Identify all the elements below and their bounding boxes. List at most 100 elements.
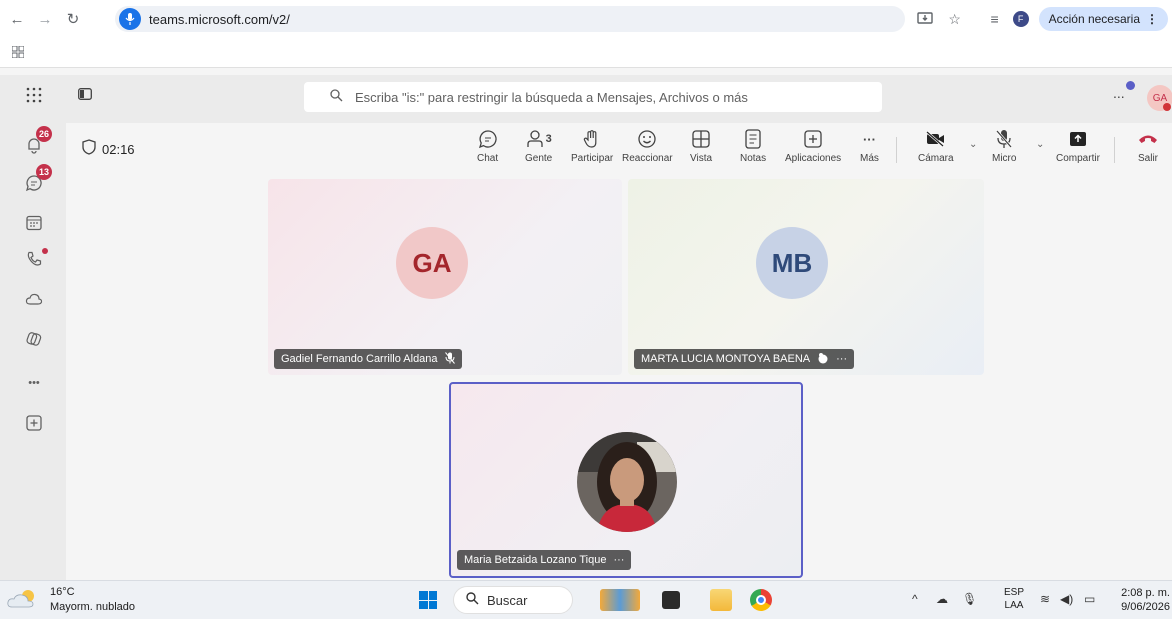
activity-badge: 26: [36, 126, 53, 142]
action-needed-button[interactable]: Acción necesaria ⋮: [1038, 7, 1168, 31]
participant-tile[interactable]: GA Gadiel Fernando Carrillo Aldana: [268, 179, 622, 375]
clock-time: 2:08 p. m.: [1121, 587, 1170, 599]
notes-label: Notas: [740, 153, 767, 164]
camera-options-chevron-icon[interactable]: ⌄: [969, 139, 977, 150]
more-button[interactable]: ··· Más: [860, 127, 879, 171]
browser-toolbar: ← → ↻ teams.microsoft.com/v2/ ☆ ≡ F Acci…: [0, 0, 1172, 38]
participant-options-icon[interactable]: ···: [613, 554, 624, 566]
participant-name-tag: MARTA LUCIA MONTOYA BAENA ···: [634, 349, 855, 369]
more-vert-icon[interactable]: ⋮: [1146, 12, 1158, 26]
wifi-icon[interactable]: ≋: [1040, 592, 1050, 606]
participant-name-tag: Maria Betzaida Lozano Tique ···: [457, 550, 632, 570]
people-count: 3: [545, 133, 552, 145]
search-input[interactable]: Escriba "is:" para restringir la búsqued…: [304, 82, 882, 112]
notes-button[interactable]: Notas: [740, 127, 766, 171]
windows-start-icon[interactable]: [419, 591, 437, 609]
apps-grid-icon[interactable]: [11, 45, 25, 61]
reload-icon[interactable]: ↻: [62, 8, 84, 30]
microphone-tray-icon[interactable]: 🎙: [962, 592, 977, 606]
mic-button[interactable]: Micro: [992, 127, 1016, 171]
add-apps-icon[interactable]: [22, 411, 46, 435]
site-settings-icon[interactable]: [119, 8, 141, 30]
copilot-icon[interactable]: [22, 327, 46, 351]
view-button[interactable]: Vista: [690, 127, 712, 171]
language-code: ESP: [1004, 587, 1025, 598]
task-view-icon[interactable]: [662, 591, 680, 609]
camera-off-icon: [925, 127, 947, 151]
participant-tile[interactable]: MB MARTA LUCIA MONTOYA BAENA ···: [628, 179, 984, 375]
chat-button[interactable]: Chat: [477, 127, 498, 171]
camera-label: Cámara: [918, 153, 954, 164]
leave-button[interactable]: Salir: [1138, 127, 1158, 171]
keyboard-layout: LAA: [1004, 600, 1024, 611]
mic-label: Micro: [992, 153, 1017, 164]
toolbar-divider-2: [1114, 137, 1115, 163]
more-apps-icon[interactable]: •••: [22, 371, 46, 395]
language-indicator[interactable]: ESP LAA: [1004, 586, 1024, 612]
react-label: Reaccionar: [622, 153, 673, 164]
weather-temperature: 16°C: [50, 586, 75, 598]
grid-view-icon: [692, 127, 710, 151]
teams-header: Escriba "is:" para restringir la búsqued…: [0, 75, 1172, 123]
install-app-icon[interactable]: [913, 7, 937, 31]
battery-icon[interactable]: ▭: [1084, 592, 1095, 606]
clock[interactable]: 2:08 p. m. 9/06/2026: [1115, 586, 1170, 614]
view-label: Vista: [690, 153, 713, 164]
presence-dot: [1163, 103, 1171, 111]
people-button[interactable]: 3 Gente: [525, 127, 552, 171]
leave-label: Salir: [1138, 153, 1159, 164]
search-icon: [330, 89, 343, 105]
participant-photo: [577, 432, 677, 532]
onedrive-tray-icon[interactable]: ☁: [936, 592, 948, 606]
add-app-icon: [804, 127, 822, 151]
star-icon[interactable]: ☆: [943, 7, 967, 31]
clock-date: 9/06/2026: [1121, 601, 1170, 613]
action-needed-label: Acción necesaria: [1048, 12, 1140, 26]
address-bar[interactable]: teams.microsoft.com/v2/: [115, 6, 905, 32]
chrome-center-icon: [756, 595, 766, 605]
weather-cloud-icon[interactable]: [6, 589, 40, 609]
smiley-icon: [637, 127, 657, 151]
settings-more-icon[interactable]: ...: [1113, 85, 1125, 101]
share-button[interactable]: Compartir: [1056, 127, 1100, 171]
share-label: Compartir: [1056, 153, 1100, 164]
raise-hand-label: Participar: [571, 153, 614, 164]
participant-avatar: MB: [756, 227, 828, 299]
mic-options-chevron-icon[interactable]: ⌄: [1036, 139, 1044, 150]
camera-button[interactable]: Cámara: [918, 127, 954, 171]
profile-avatar[interactable]: F: [1012, 11, 1029, 27]
app-bar: 26 13 •••: [0, 123, 66, 580]
windows-taskbar: 16°C Mayorm. nublado Buscar ^ ☁ 🎙 ESP LA…: [0, 580, 1172, 619]
reading-list-icon[interactable]: ≡: [983, 7, 1007, 31]
tray-overflow-chevron-icon[interactable]: ^: [912, 592, 918, 606]
participant-name: MARTA LUCIA MONTOYA BAENA: [641, 353, 811, 365]
share-screen-icon: [1068, 127, 1088, 151]
chat-badge: 13: [36, 164, 53, 180]
apps-button[interactable]: Aplicaciones: [785, 127, 841, 171]
calendar-icon[interactable]: [22, 211, 46, 235]
react-button[interactable]: Reaccionar: [622, 127, 673, 171]
volume-icon[interactable]: ◀): [1060, 592, 1073, 606]
forward-icon[interactable]: →: [34, 8, 56, 30]
meeting-timer: 02:16: [102, 142, 135, 157]
muted-mic-icon: [444, 351, 455, 367]
app-launcher-icon[interactable]: [26, 87, 42, 108]
taskbar-search[interactable]: Buscar: [453, 586, 573, 614]
notification-dot: [1126, 81, 1135, 90]
participant-options-icon[interactable]: ···: [836, 353, 847, 365]
participant-tile-active-speaker[interactable]: Maria Betzaida Lozano Tique ···: [449, 382, 803, 578]
file-explorer-icon[interactable]: [710, 589, 732, 611]
bookmarks-bar: [0, 38, 1172, 68]
mic-off-icon: [995, 127, 1013, 151]
side-panel-icon[interactable]: [78, 87, 92, 103]
search-icon: [466, 592, 479, 608]
weather-description: Mayorm. nublado: [50, 601, 135, 613]
notes-icon: [745, 127, 761, 151]
hang-up-icon: [1138, 127, 1158, 151]
raise-hand-button[interactable]: Participar: [571, 127, 613, 171]
back-icon[interactable]: ←: [6, 8, 28, 30]
shield-icon: [82, 139, 96, 159]
onedrive-cloud-icon[interactable]: [22, 287, 46, 311]
meeting-toolbar: 02:16 Chat 3 Gente Participar Reaccionar…: [66, 123, 1172, 175]
widgets-app-icon[interactable]: [600, 589, 640, 611]
